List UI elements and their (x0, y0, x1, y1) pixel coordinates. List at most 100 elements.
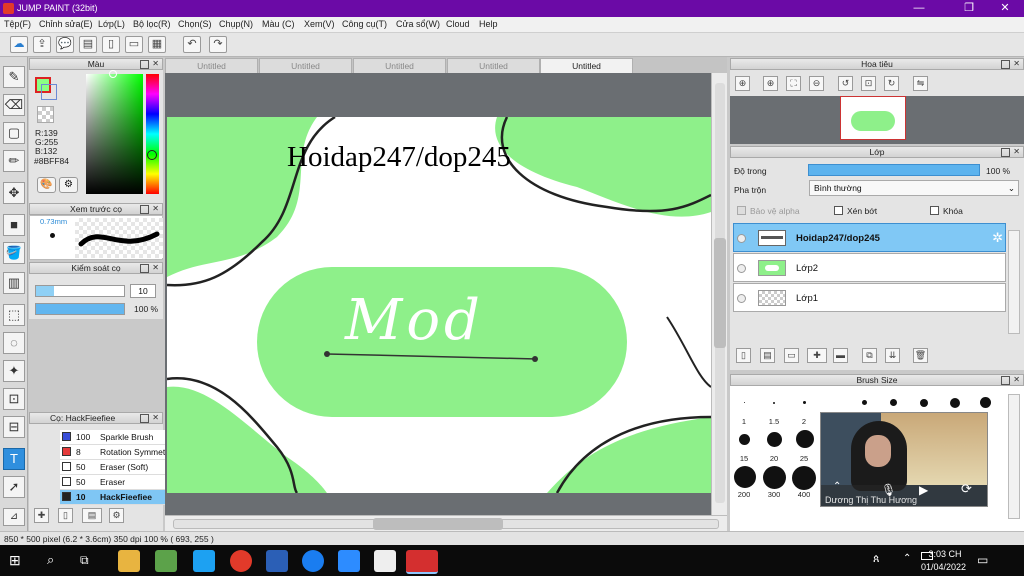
menu-filter[interactable]: Bộ lọc(R) (133, 19, 171, 29)
palette-icon[interactable]: 🎨 (37, 177, 56, 193)
brush-add-icon[interactable]: ✚ (34, 508, 49, 523)
flip-icon[interactable]: ⇋ (913, 76, 928, 91)
dock-icon[interactable] (1001, 148, 1010, 157)
brush-size-slider[interactable] (35, 285, 125, 297)
clock-date[interactable]: 01/04/2022 (916, 562, 971, 572)
layer-row-2[interactable]: Lớp2 (733, 253, 1006, 282)
menu-color[interactable]: Màu (C) (262, 19, 295, 29)
message-icon[interactable]: ▤ (79, 36, 97, 53)
brush-list-item[interactable]: 100 Sparkle Brush (60, 430, 174, 445)
vertical-scroll-thumb[interactable] (714, 238, 726, 348)
operation-tool-icon[interactable]: ➚ (3, 476, 25, 498)
tab-untitled-1[interactable]: Untitled (165, 58, 258, 73)
task-view-icon[interactable]: ⧉ (80, 553, 89, 568)
tab-untitled-3[interactable]: Untitled (353, 58, 446, 73)
text-tool-icon[interactable]: T (3, 448, 25, 470)
menu-edit[interactable]: Chỉnh sửa(E) (39, 19, 93, 29)
app-icon[interactable] (193, 550, 215, 572)
photos-icon[interactable] (374, 550, 396, 572)
dock-icon[interactable] (140, 60, 149, 69)
close-icon[interactable]: ✕ (1013, 375, 1020, 385)
magic-wand-tool-icon[interactable]: ✦ (3, 360, 25, 382)
clipping-checkbox[interactable] (834, 206, 843, 215)
eraser-tool-icon[interactable]: ⌫ (3, 94, 25, 116)
menu-select[interactable]: Chọn(S) (178, 19, 212, 29)
close-icon[interactable]: ✕ (1013, 59, 1020, 69)
tab-untitled-2[interactable]: Untitled (259, 58, 352, 73)
chrome-icon[interactable] (230, 550, 252, 572)
word-icon[interactable] (266, 550, 288, 572)
bucket-tool-icon[interactable]: 🪣 (3, 242, 25, 264)
brush-list-item-selected[interactable]: 10 HackFieefiee ✲ (60, 490, 174, 505)
video-call-overlay[interactable]: Dương Thị Thu Hương ⌃ 🎙 ▶ ⟳ (820, 412, 988, 507)
rotate-right-icon[interactable]: ↻ (884, 76, 899, 91)
blend-mode-select[interactable]: Bình thường ⌄ (809, 180, 1019, 196)
people-icon[interactable]: ጰ (873, 553, 880, 566)
reset-view-icon[interactable]: ⊡ (861, 76, 876, 91)
horizontal-scrollbar[interactable] (165, 515, 727, 531)
select-eraser-tool-icon[interactable]: ⊟ (3, 416, 25, 438)
saturation-value-picker[interactable] (86, 74, 143, 194)
app-icon[interactable] (155, 550, 177, 572)
close-button[interactable]: ✕ (990, 0, 1020, 17)
layer-visibility-icon[interactable] (737, 294, 746, 303)
select-pen-tool-icon[interactable]: ⊡ (3, 388, 25, 410)
new-vector-layer-icon[interactable]: ▤ (760, 348, 775, 363)
menu-window[interactable]: Cửa sổ(W) (396, 19, 440, 29)
horizontal-scroll-thumb[interactable] (373, 518, 503, 530)
page-icon[interactable]: ▯ (102, 36, 120, 53)
brush-size-input[interactable]: 10 (130, 284, 156, 298)
camera-icon[interactable]: ▶ (919, 483, 928, 497)
layer-opacity-slider[interactable] (808, 164, 980, 176)
rect-tool-icon[interactable]: ▢ (3, 122, 25, 144)
pen-tool-icon[interactable]: ✎ (3, 66, 25, 88)
protect-alpha-checkbox[interactable] (737, 206, 746, 215)
new-raster-layer-icon[interactable]: ▯ (736, 348, 751, 363)
minimize-button[interactable]: — (904, 0, 934, 17)
document-icon[interactable]: ▭ (125, 36, 143, 53)
fit-window-icon[interactable]: ⛶ (786, 76, 801, 91)
close-icon[interactable]: ✕ (1013, 147, 1020, 157)
switch-camera-icon[interactable]: ⟳ (961, 481, 972, 497)
brush-opacity-slider[interactable] (35, 303, 125, 315)
comment-icon[interactable]: 💬 (56, 36, 74, 53)
file-explorer-icon[interactable] (118, 550, 140, 572)
brush-list-item[interactable]: 8 Rotation Symmetry (60, 445, 174, 460)
canvas-area[interactable]: Hoidap247/dop245 Mod (165, 73, 711, 515)
close-icon[interactable]: ✕ (152, 59, 159, 69)
chevron-up-icon[interactable]: ⌃ (903, 553, 911, 564)
layer-visibility-icon[interactable] (737, 234, 746, 243)
layer-list-scrollbar[interactable] (1008, 230, 1020, 334)
merge-layer-icon[interactable]: ⇊ (885, 348, 900, 363)
brush-list-item[interactable]: 50 Eraser (60, 475, 174, 490)
lasso-tool-icon[interactable]: ◌ (3, 332, 25, 354)
rotate-left-icon[interactable]: ↺ (838, 76, 853, 91)
dock-icon[interactable] (1001, 60, 1010, 69)
dock-icon[interactable] (140, 414, 149, 423)
transparent-color-swatch[interactable] (37, 106, 54, 123)
layer-visibility-icon[interactable] (737, 264, 746, 273)
gear-icon[interactable]: ✲ (992, 230, 1003, 246)
zalo-icon[interactable] (302, 550, 324, 572)
brush-new-icon[interactable]: ▯ (58, 508, 73, 523)
fill-rect-tool-icon[interactable]: ■ (3, 214, 25, 236)
trash-icon[interactable]: 🗑 (913, 348, 928, 363)
brush-list-item[interactable]: 50 Eraser (Soft) (60, 460, 174, 475)
hue-slider[interactable] (146, 74, 159, 194)
add-layer-menu-icon[interactable]: ✚ (807, 348, 827, 363)
rect-select-tool-icon[interactable]: ⬚ (3, 304, 25, 326)
dock-icon[interactable] (140, 205, 149, 214)
zoom-in-icon[interactable]: ⊕ (763, 76, 778, 91)
undo-icon[interactable]: ↶ (183, 36, 201, 53)
hue-slider-handle[interactable] (147, 150, 157, 160)
redo-icon[interactable]: ↷ (209, 36, 227, 53)
menu-cloud[interactable]: Cloud (446, 19, 470, 29)
clock-time[interactable]: 3:03 CH (919, 549, 971, 559)
layer-row-text[interactable]: Hoidap247/dop245 ✲ (733, 223, 1006, 252)
close-icon[interactable]: ✕ (152, 263, 159, 273)
export-icon[interactable]: ⇪ (33, 36, 51, 53)
move-tool-icon[interactable]: ✥ (3, 182, 25, 204)
dock-icon[interactable] (1001, 376, 1010, 385)
cloud-icon[interactable]: ☁ (10, 36, 28, 53)
brush-settings-icon[interactable]: ⚙ (109, 508, 124, 523)
